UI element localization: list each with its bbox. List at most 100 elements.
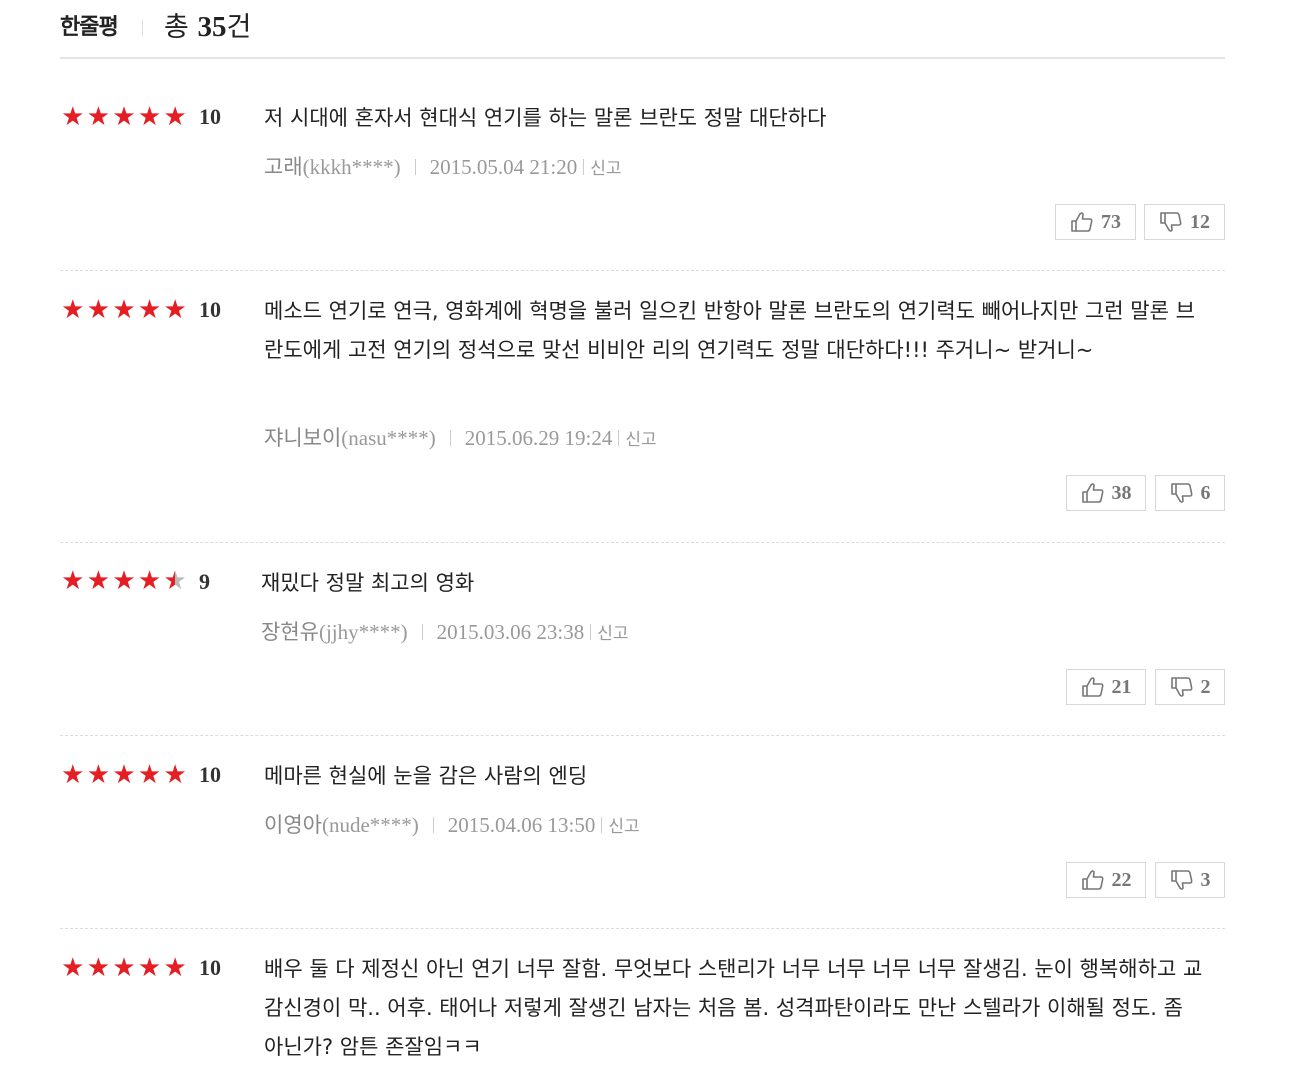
author-id: (nasu****)	[341, 426, 436, 450]
review-date: 2015.06.29 19:24	[464, 426, 613, 450]
rating-score: 10	[199, 297, 221, 322]
star-icon: ★	[86, 566, 111, 596]
star-icon: ★	[61, 953, 85, 983]
star-icon: ★	[163, 760, 187, 790]
star-rating: ★★★★★	[60, 103, 188, 131]
dislike-count: 6	[1200, 481, 1211, 504]
star-icon: ★	[86, 953, 111, 983]
review-meta: 장현유(jjhy****) 2015.03.06 23:38 신고	[261, 616, 629, 646]
review-item: ★★★★★ 10 메마른 현실에 눈을 감은 사람의 엔딩 이영아(nude**…	[60, 736, 1225, 929]
star-icon: ★	[163, 953, 187, 983]
report-link[interactable]: 신고	[597, 624, 628, 644]
meta-divider	[449, 430, 451, 446]
review-text: 메소드 연기로 연극, 영화계에 혁명을 불러 일으킨 반항아 말론 브란도의 …	[264, 299, 1195, 362]
star-icon: ★	[163, 102, 187, 132]
star-icon: ★	[137, 566, 162, 596]
star-icon: ★	[137, 953, 162, 983]
review-text: 재밌다 정말 최고의 영화	[261, 571, 475, 595]
review-text: 배우 둘 다 제정신 아닌 연기 너무 잘함. 무엇보다 스탠리가 너무 너무 …	[264, 957, 1203, 1059]
author-name: 쟈니보이	[264, 426, 342, 450]
dislike-count: 2	[1200, 675, 1211, 698]
like-count: 38	[1111, 481, 1132, 504]
thumbs-down-icon	[1159, 211, 1187, 233]
report-link[interactable]: 신고	[590, 159, 621, 179]
star-icon: ★	[112, 760, 136, 790]
star-icon: ★	[137, 760, 162, 790]
thumbs-up-icon	[1070, 211, 1098, 233]
review-date: 2015.03.06 23:38	[436, 620, 585, 644]
rating-score: 10	[199, 104, 221, 129]
dislike-count: 3	[1200, 868, 1211, 891]
meta-divider	[601, 817, 603, 833]
thumbs-up-icon	[1081, 676, 1109, 698]
dislike-button[interactable]: 2	[1155, 669, 1225, 705]
star-icon: ★	[61, 760, 85, 790]
review-item: ★★★★★ 9 재밌다 정말 최고의 영화 장현유(jjhy****) 2015.…	[60, 543, 1225, 736]
star-icon: ★	[112, 953, 136, 983]
review-meta: 쟈니보이(nasu****) 2015.06.29 19:24 신고	[264, 422, 657, 452]
star-icon: ★	[163, 566, 187, 596]
meta-divider	[421, 624, 423, 640]
star-rating: ★★★★★	[60, 296, 188, 324]
author-name: 이영아	[264, 813, 322, 837]
review-meta: 이영아(nude****) 2015.04.06 13:50 신고	[264, 809, 640, 839]
thumbs-down-icon	[1170, 676, 1198, 698]
total-prefix: 총	[164, 12, 189, 43]
like-count: 22	[1111, 868, 1132, 891]
like-button[interactable]: 22	[1066, 862, 1146, 898]
author-name: 장현유	[261, 620, 319, 644]
star-icon: ★	[61, 102, 85, 132]
star-icon: ★	[61, 566, 85, 596]
review-date: 2015.04.06 13:50	[447, 813, 596, 837]
review-text: 메마른 현실에 눈을 감은 사람의 엔딩	[264, 764, 588, 788]
star-icon: ★	[163, 295, 187, 325]
report-link[interactable]: 신고	[608, 817, 639, 837]
like-count: 73	[1101, 210, 1121, 233]
thumbs-up-icon	[1081, 869, 1109, 891]
dislike-count: 12	[1190, 210, 1210, 233]
author-id: (kkkh****)	[302, 155, 401, 179]
review-item: ★★★★★ 10 저 시대에 혼자서 현대식 연기를 하는 말론 브란도 정말 …	[60, 59, 1225, 271]
star-icon: ★	[112, 566, 136, 596]
section-title: 한줄평	[60, 15, 119, 40]
like-button[interactable]: 73	[1055, 204, 1136, 240]
dislike-button[interactable]: 12	[1144, 204, 1225, 240]
total-number: 35	[197, 11, 227, 43]
dislike-button[interactable]: 3	[1155, 862, 1225, 898]
review-list-header: 한줄평 총 35건	[60, 0, 1225, 59]
meta-divider	[432, 817, 434, 833]
author-id: (jjhy****)	[318, 620, 408, 644]
star-icon: ★	[86, 760, 111, 790]
meta-divider	[590, 624, 592, 640]
like-button[interactable]: 38	[1066, 475, 1146, 511]
thumbs-up-icon	[1081, 482, 1109, 504]
dislike-button[interactable]: 6	[1155, 475, 1225, 511]
total-suffix: 건	[226, 12, 252, 43]
author-name: 고래	[264, 155, 303, 179]
star-icon: ★	[61, 295, 85, 325]
star-icon: ★	[137, 295, 162, 325]
rating-score: 10	[199, 762, 221, 787]
meta-divider	[414, 159, 416, 175]
review-date: 2015.05.04 21:20	[429, 155, 578, 179]
thumbs-down-icon	[1170, 482, 1198, 504]
author-id: (nude****)	[321, 813, 419, 837]
review-text: 저 시대에 혼자서 현대식 연기를 하는 말론 브란도 정말 대단하다	[264, 106, 827, 130]
review-item: ★★★★★ 10 배우 둘 다 제정신 아닌 연기 너무 잘함. 무엇보다 스탠…	[60, 929, 1225, 1073]
like-button[interactable]: 21	[1066, 669, 1146, 705]
meta-divider	[618, 430, 620, 446]
thumbs-down-icon	[1170, 869, 1198, 891]
star-rating: ★★★★★	[60, 567, 188, 595]
star-icon: ★	[112, 295, 136, 325]
total-count: 총 35건	[164, 5, 251, 44]
star-rating: ★★★★★	[60, 761, 188, 789]
review-meta: 고래(kkkh****) 2015.05.04 21:20 신고	[264, 151, 622, 181]
review-item: ★★★★★ 10 메소드 연기로 연극, 영화계에 혁명을 불러 일으킨 반항아…	[60, 271, 1225, 543]
star-icon: ★	[137, 102, 162, 132]
star-icon: ★	[112, 102, 136, 132]
meta-divider	[583, 159, 585, 175]
rating-score: 9	[199, 569, 210, 594]
report-link[interactable]: 신고	[625, 430, 656, 450]
like-count: 21	[1111, 675, 1132, 698]
star-icon: ★	[86, 295, 111, 325]
